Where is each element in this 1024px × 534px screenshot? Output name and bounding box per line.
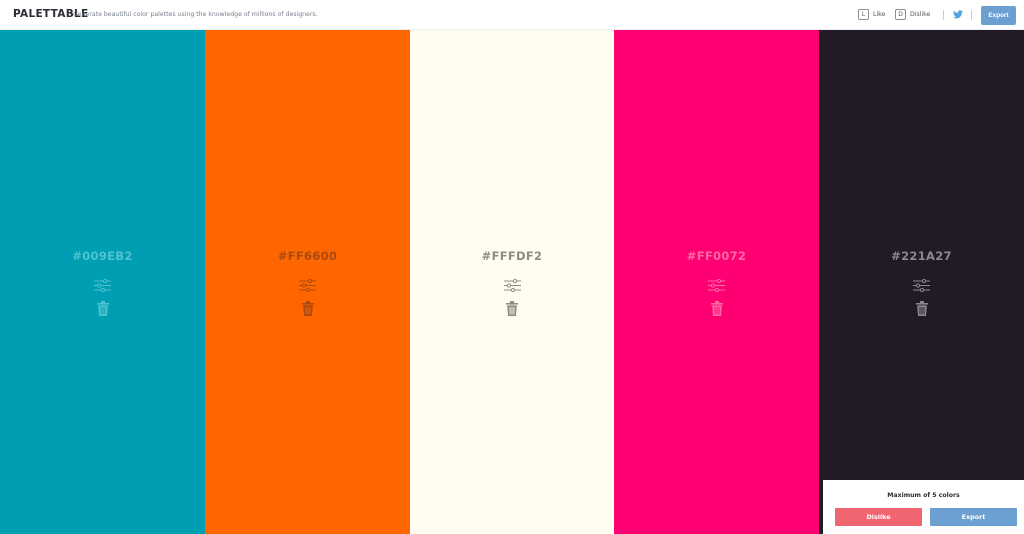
- adjust-sliders-icon[interactable]: [708, 279, 725, 292]
- divider: [943, 10, 944, 20]
- adjust-sliders-icon[interactable]: [503, 279, 521, 292]
- trash-icon[interactable]: [96, 301, 109, 316]
- tagline: Generate beautiful color palettes using …: [73, 11, 318, 18]
- like-label[interactable]: Like: [873, 11, 885, 18]
- color-hex-label[interactable]: #FFFDF2: [410, 249, 614, 263]
- color-hex-label[interactable]: #FF6600: [205, 249, 410, 263]
- color-hex-label[interactable]: #FF0072: [614, 249, 819, 263]
- like-shortcut-key[interactable]: L: [858, 9, 869, 20]
- dislike-label[interactable]: Dislike: [910, 11, 930, 18]
- dislike-shortcut-key[interactable]: D: [895, 9, 906, 20]
- color-swatch[interactable]: #221A27: [819, 30, 1024, 534]
- color-swatch[interactable]: #FF0072: [614, 30, 819, 534]
- color-swatch[interactable]: #FF6600: [205, 30, 410, 534]
- trash-icon[interactable]: [915, 301, 928, 316]
- twitter-icon[interactable]: [953, 10, 963, 19]
- top-bar: PALETTABLE Generate beautiful color pale…: [0, 0, 1024, 30]
- panel-title: Maximum of 5 colors: [887, 492, 960, 499]
- divider: [971, 10, 972, 20]
- export-button[interactable]: Export: [981, 6, 1016, 25]
- color-hex-label[interactable]: #009EB2: [0, 249, 205, 263]
- color-hex-label[interactable]: #221A27: [819, 249, 1024, 263]
- export-palette-button[interactable]: Export: [930, 508, 1017, 526]
- trash-icon[interactable]: [506, 301, 518, 316]
- trash-icon[interactable]: [301, 301, 314, 316]
- adjust-sliders-icon[interactable]: [94, 279, 111, 292]
- dislike-button[interactable]: Dislike: [835, 508, 922, 526]
- adjust-sliders-icon[interactable]: [299, 279, 316, 292]
- adjust-sliders-icon[interactable]: [913, 279, 930, 292]
- action-panel: Maximum of 5 colors Dislike Export: [823, 480, 1024, 534]
- trash-icon[interactable]: [710, 301, 723, 316]
- palette: #009EB2 #FF6600 #FFFDF2 #FF0072 #221A27: [0, 30, 1024, 534]
- color-swatch[interactable]: #009EB2: [0, 30, 205, 534]
- color-swatch[interactable]: #FFFDF2: [410, 30, 614, 534]
